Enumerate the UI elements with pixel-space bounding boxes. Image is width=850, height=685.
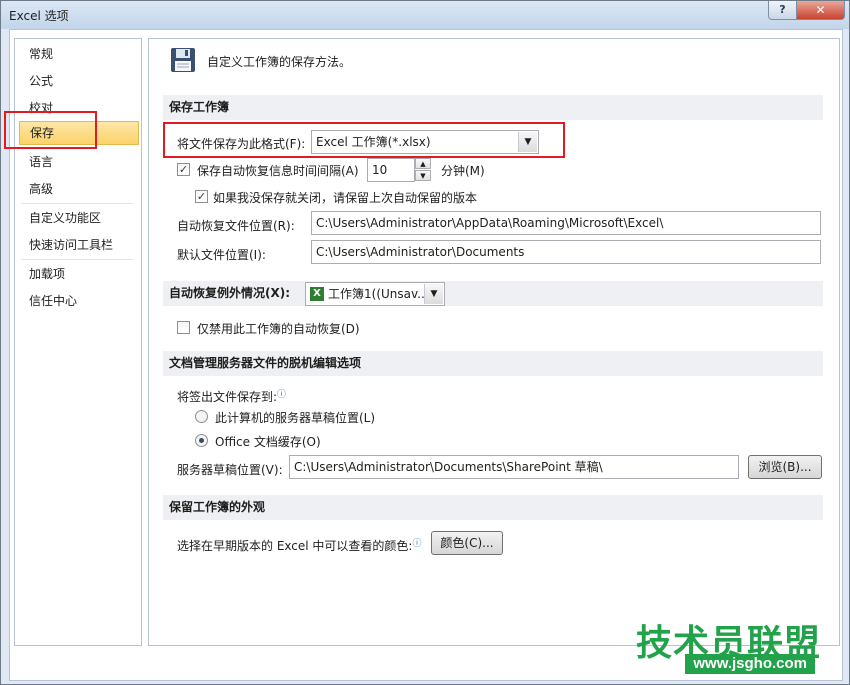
- autorecover-location-label: 自动恢复文件位置(R):: [177, 219, 295, 233]
- nav-item-formulas[interactable]: 公式: [15, 69, 139, 93]
- info-icon: ⓘ: [412, 539, 422, 549]
- close-button[interactable]: ✕: [796, 1, 845, 20]
- keep-last-version-checkbox[interactable]: ✓: [195, 190, 208, 203]
- colors-label: 选择在早期版本的 Excel 中可以查看的颜色:ⓘ: [177, 537, 421, 554]
- spin-up-icon[interactable]: ▲: [415, 158, 431, 169]
- dialog-body: 常规 公式 校对 保存 语言 高级 自定义功能区 快速访问工具栏 加载项 信任中…: [4, 29, 843, 681]
- autorecover-checkbox[interactable]: ✓: [177, 163, 190, 176]
- checkout-save-to-label: 将签出文件保存到:ⓘ: [177, 388, 286, 405]
- nav-item-add-ins[interactable]: 加载项: [15, 262, 139, 286]
- title-bar: Excel 选项 ? ✕: [1, 1, 849, 29]
- nav-item-customize-ribbon[interactable]: 自定义功能区: [15, 206, 139, 230]
- watermark-url: www.jsgho.com: [685, 654, 815, 674]
- nav-item-quick-access-toolbar[interactable]: 快速访问工具栏: [15, 233, 139, 257]
- colors-button[interactable]: 颜色(C)...: [431, 531, 503, 555]
- radio-office-cache[interactable]: [195, 434, 208, 447]
- disable-autorecover-checkbox[interactable]: [177, 321, 190, 334]
- help-button[interactable]: ?: [768, 1, 797, 20]
- section-header-preserve-appearance: 保留工作簿的外观: [163, 495, 823, 520]
- autorecover-label: 保存自动恢复信息时间间隔(A): [197, 164, 359, 178]
- highlight-box-save-format: [163, 122, 565, 158]
- default-location-label: 默认文件位置(I):: [177, 248, 266, 262]
- floppy-disk-icon: [171, 48, 195, 72]
- section-header-offline-editing: 文档管理服务器文件的脱机编辑选项: [163, 351, 823, 376]
- spin-down-icon[interactable]: ▼: [415, 170, 431, 181]
- radio-selected-dot: [199, 438, 204, 443]
- window-title: Excel 选项: [9, 9, 69, 23]
- default-location-input[interactable]: C:\Users\Administrator\Documents: [311, 240, 821, 264]
- minutes-label: 分钟(M): [441, 164, 485, 178]
- disable-autorecover-label: 仅禁用此工作簿的自动恢复(D): [197, 322, 360, 336]
- keep-last-version-label: 如果我没保存就关闭，请保留上次自动保留的版本: [213, 191, 478, 205]
- nav-item-advanced[interactable]: 高级: [15, 177, 139, 201]
- chevron-down-icon[interactable]: ▼: [424, 284, 443, 304]
- section-header-save-workbooks: 保存工作簿: [163, 95, 823, 120]
- checkout-save-to-text: 将签出文件保存到:: [177, 390, 278, 404]
- save-options-panel: 自定义工作簿的保存方法。 保存工作簿 将文件保存为此格式(F): Excel 工…: [148, 38, 840, 646]
- autorecover-minutes-input[interactable]: 10: [367, 158, 415, 182]
- section-header-autorecover-exceptions: 自动恢复例外情况(X):: [163, 281, 823, 306]
- drafts-location-label: 服务器草稿位置(V):: [177, 463, 283, 477]
- info-icon: ⓘ: [277, 390, 287, 400]
- nav-item-general[interactable]: 常规: [15, 42, 139, 66]
- excel-options-dialog: Excel 选项 ? ✕ 常规 公式 校对 保存 语言 高级 自定义功能区 快速…: [0, 0, 850, 685]
- radio-office-cache-label: Office 文档缓存(O): [215, 435, 321, 449]
- autorecover-exceptions-label: 自动恢复例外情况(X):: [169, 286, 291, 300]
- autorecover-location-input[interactable]: C:\Users\Administrator\AppData\Roaming\M…: [311, 211, 821, 235]
- watermark-logo: 技术员联盟 www.jsgho.com: [615, 614, 837, 676]
- exceptions-workbook-dropdown[interactable]: X 工作簿1((Unsav... ▼: [305, 282, 445, 306]
- colors-label-text: 选择在早期版本的 Excel 中可以查看的颜色:: [177, 539, 413, 553]
- intro-text: 自定义工作簿的保存方法。: [207, 55, 352, 69]
- exceptions-workbook-value: 工作簿1((Unsav...: [328, 287, 429, 301]
- highlight-box-save-nav: [4, 111, 97, 149]
- nav-divider: [21, 259, 133, 260]
- nav-item-language[interactable]: 语言: [15, 150, 139, 174]
- nav-divider: [21, 203, 133, 204]
- browse-button[interactable]: 浏览(B)...: [748, 455, 822, 479]
- radio-server-drafts[interactable]: [195, 410, 208, 423]
- drafts-location-input[interactable]: C:\Users\Administrator\Documents\SharePo…: [289, 455, 739, 479]
- radio-server-drafts-label: 此计算机的服务器草稿位置(L): [215, 411, 376, 425]
- nav-item-trust-center[interactable]: 信任中心: [15, 289, 139, 313]
- excel-workbook-icon: X: [310, 287, 324, 301]
